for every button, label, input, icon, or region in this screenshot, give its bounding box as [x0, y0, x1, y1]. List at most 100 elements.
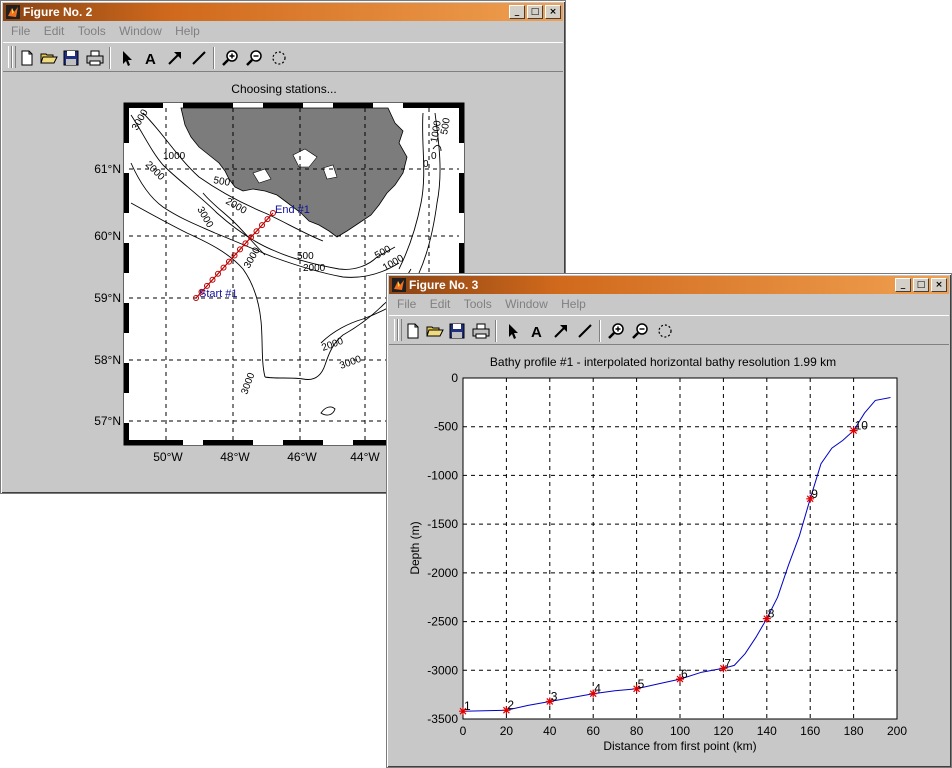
- matlab-icon: [6, 5, 20, 19]
- arrow-icon[interactable]: [165, 48, 185, 68]
- station-label: 1: [464, 699, 471, 713]
- bathy-profile-chart[interactable]: Bathy profile #1 - interpolated horizont…: [389, 346, 951, 767]
- toolbar-separator: [109, 47, 111, 69]
- x-tick-label: 0: [460, 724, 467, 738]
- text-icon[interactable]: A: [527, 321, 547, 341]
- svg-text:1000: 1000: [163, 151, 186, 162]
- minimize-button[interactable]: _: [509, 5, 525, 19]
- menu-tools[interactable]: Tools: [78, 22, 106, 40]
- y-tick-label: -1000: [427, 468, 458, 482]
- window-title: Figure No. 3: [409, 278, 479, 292]
- pointer-icon[interactable]: [503, 321, 523, 341]
- print-icon[interactable]: [85, 48, 105, 68]
- save-icon[interactable]: [61, 48, 81, 68]
- minimize-button[interactable]: _: [895, 278, 911, 292]
- chart-title: Bathy profile #1 - interpolated horizont…: [490, 355, 836, 369]
- y-tick-label: -2000: [427, 566, 458, 580]
- x-tick-label: 200: [887, 724, 907, 738]
- x-tick-label: 80: [630, 724, 644, 738]
- menu-edit[interactable]: Edit: [430, 295, 451, 313]
- y-tick-label: -500: [434, 420, 458, 434]
- maximize-button[interactable]: □: [527, 5, 543, 19]
- y-tick-labels: 0 -500 -1000 -1500 -2000 -2500 -3000 -3500: [427, 371, 458, 726]
- y-axis-label: Depth (m): [408, 521, 422, 574]
- new-icon[interactable]: [17, 48, 37, 68]
- lat-label: 58°N: [94, 353, 121, 367]
- svg-text:500: 500: [297, 251, 314, 262]
- figure-3-window[interactable]: Figure No. 3 _ □ × File Edit Tools Windo…: [386, 273, 952, 768]
- lon-label: 46°W: [287, 450, 317, 464]
- lat-label: 61°N: [94, 162, 121, 176]
- y-tick-label: 0: [451, 371, 458, 385]
- lon-label: 48°W: [220, 450, 250, 464]
- lon-label: 44°W: [350, 450, 380, 464]
- svg-text:0: 0: [431, 151, 437, 162]
- matlab-icon: [392, 278, 406, 292]
- menu-file[interactable]: File: [397, 295, 416, 313]
- toolbar-separator: [495, 320, 497, 342]
- lat-label: 57°N: [94, 414, 121, 428]
- menu-edit[interactable]: Edit: [44, 22, 65, 40]
- text-icon[interactable]: A: [141, 48, 161, 68]
- arrow-icon[interactable]: [551, 321, 571, 341]
- toolbar-separator: [213, 47, 215, 69]
- figure-3-canvas: Bathy profile #1 - interpolated horizont…: [389, 346, 949, 765]
- y-tick-label: -1500: [427, 517, 458, 531]
- longitude-labels: 50°W 48°W 46°W 44°W: [153, 450, 380, 464]
- end-label: End #1: [275, 204, 310, 216]
- station-point: 1: [459, 699, 471, 716]
- x-tick-label: 180: [844, 724, 864, 738]
- save-icon[interactable]: [447, 321, 467, 341]
- x-tick-label: 160: [800, 724, 820, 738]
- toolbar: A: [3, 42, 563, 72]
- lat-label: 59°N: [94, 291, 121, 305]
- x-tick-label: 60: [587, 724, 601, 738]
- rotate-icon[interactable]: [655, 321, 675, 341]
- zoom-in-icon[interactable]: [221, 48, 241, 68]
- station-label: 8: [768, 607, 775, 621]
- new-icon[interactable]: [403, 321, 423, 341]
- pointer-icon[interactable]: [117, 48, 137, 68]
- zoom-out-icon[interactable]: [631, 321, 651, 341]
- menubar: File Edit Tools Window Help: [3, 22, 563, 40]
- zoom-out-icon[interactable]: [245, 48, 265, 68]
- menu-window[interactable]: Window: [119, 22, 162, 40]
- menu-help[interactable]: Help: [561, 295, 586, 313]
- y-tick-label: -3000: [427, 663, 458, 677]
- menu-window[interactable]: Window: [505, 295, 548, 313]
- station-label: 10: [855, 419, 869, 433]
- svg-text:0: 0: [423, 159, 429, 170]
- x-tick-label: 100: [670, 724, 690, 738]
- menu-tools[interactable]: Tools: [464, 295, 492, 313]
- station-label: 4: [594, 682, 601, 696]
- rotate-icon[interactable]: [269, 48, 289, 68]
- x-tick-label: 40: [543, 724, 557, 738]
- close-button[interactable]: ×: [931, 278, 947, 292]
- line-icon[interactable]: [575, 321, 595, 341]
- open-icon[interactable]: [39, 48, 59, 68]
- svg-text:A: A: [531, 324, 542, 341]
- station-label: 7: [724, 656, 731, 670]
- svg-text:A: A: [145, 51, 156, 68]
- figure-3-titlebar[interactable]: Figure No. 3 _ □ ×: [389, 276, 949, 294]
- station-label: 9: [811, 487, 818, 501]
- x-tick-label: 120: [713, 724, 733, 738]
- open-icon[interactable]: [425, 321, 445, 341]
- lat-label: 60°N: [94, 229, 121, 243]
- line-icon[interactable]: [189, 48, 209, 68]
- lon-label: 50°W: [153, 450, 183, 464]
- menubar: File Edit Tools Window Help: [389, 295, 949, 313]
- menu-help[interactable]: Help: [175, 22, 200, 40]
- x-tick-label: 140: [757, 724, 777, 738]
- y-tick-label: -2500: [427, 615, 458, 629]
- print-icon[interactable]: [471, 321, 491, 341]
- zoom-in-icon[interactable]: [607, 321, 627, 341]
- y-tick-label: -3500: [427, 712, 458, 726]
- toolbar-grip-2: [398, 319, 402, 341]
- menu-file[interactable]: File: [11, 22, 30, 40]
- maximize-button[interactable]: □: [913, 278, 929, 292]
- latitude-labels: 61°N 60°N 59°N 58°N 57°N: [94, 162, 121, 428]
- close-button[interactable]: ×: [545, 5, 561, 19]
- figure-2-titlebar[interactable]: Figure No. 2 _ □ ×: [3, 3, 563, 21]
- x-tick-label: 20: [500, 724, 514, 738]
